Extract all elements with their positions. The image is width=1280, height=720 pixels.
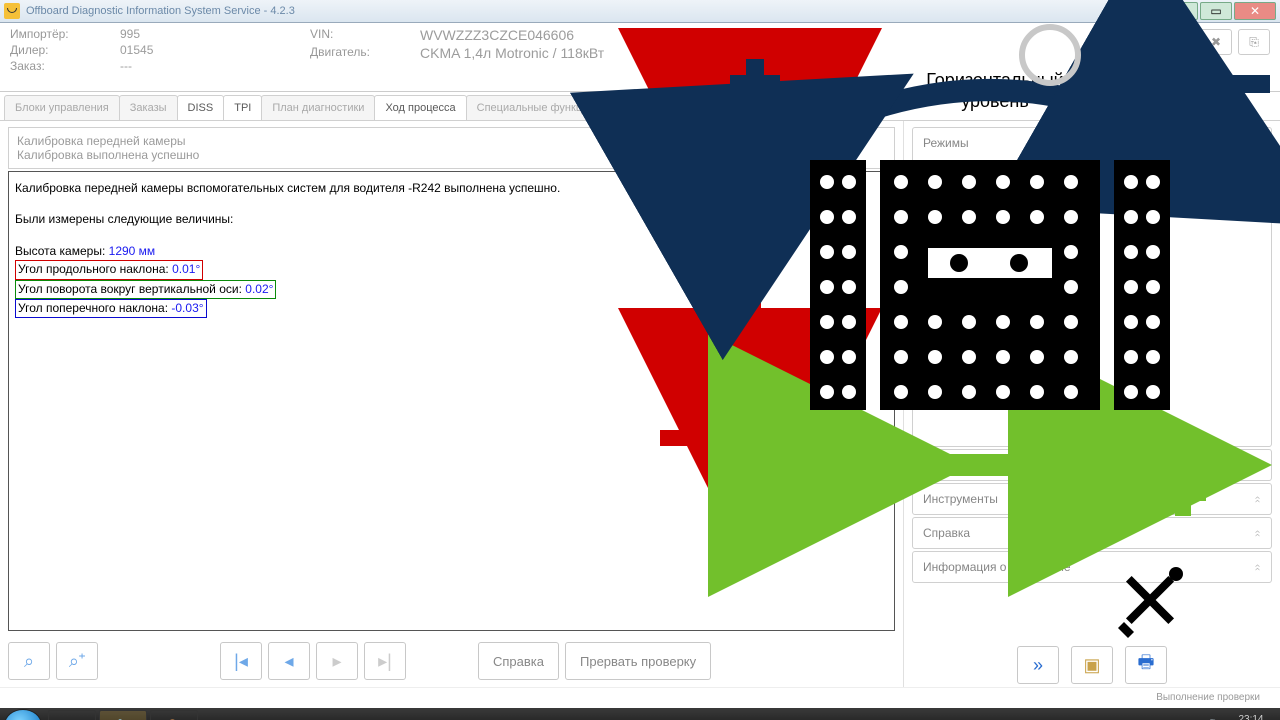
taskbar-explorer-icon[interactable]: 📁 (48, 710, 96, 720)
importer-value: 995 (120, 27, 140, 41)
disconnect-icon[interactable]: ✖ (1200, 29, 1232, 55)
roll-value: -0.03° (171, 301, 203, 315)
start-button[interactable] (4, 709, 42, 720)
yaw-label: Угол поворота вокруг вертикальной оси: (18, 282, 242, 296)
modes-header[interactable]: Режимы (913, 128, 1271, 158)
taskbar-paint-icon[interactable]: 🎨 (150, 710, 198, 720)
roll-label: Угол поперечного наклона: (18, 301, 168, 315)
taskbar-app-icon[interactable]: 🔧 (99, 710, 147, 720)
window-title: Offboard Diagnostic Information System S… (26, 5, 1164, 17)
vin-value: WVWZZZ3CZCE046606 (420, 27, 574, 43)
result-p2: Были измерены следующие величины: (15, 211, 888, 228)
tray-clock[interactable]: 23:14 31.08.2017 (1226, 714, 1276, 720)
tray-time: 23:14 (1226, 714, 1276, 720)
diagnostics-item[interactable]: Диагностика (919, 162, 1265, 192)
first-button[interactable]: |◂ (220, 642, 262, 680)
tools-header[interactable]: Инструменты (913, 484, 1271, 514)
minimize-button[interactable]: ━ (1166, 2, 1198, 20)
msg-line2: Калибровка выполнена успешно (17, 148, 886, 162)
title-bar: Offboard Diagnostic Information System S… (0, 0, 1280, 23)
camera-height-value: 1290 мм (109, 244, 156, 258)
modes-panel: Режимы Диагностика (912, 127, 1272, 447)
camera-height-label: Высота камеры: (15, 244, 105, 258)
result-panel: Калибровка передней камеры вспомогательн… (8, 171, 895, 631)
tab-orders[interactable]: Заказы (119, 95, 178, 120)
vin-label: VIN: (310, 27, 420, 43)
tab-process[interactable]: Ход процесса (374, 95, 466, 120)
status-bar: Выполнение проверки (0, 687, 1280, 708)
info-header: Импортёр:995 Дилер:01545 Заказ:--- VIN:W… (0, 23, 1280, 92)
tab-ecus[interactable]: Блоки управления (4, 95, 120, 120)
dealer-value: 01545 (120, 43, 153, 57)
next-button[interactable]: ▸ (316, 642, 358, 680)
zoom-out-button[interactable]: ⌕ (8, 642, 50, 680)
msg-line1: Калибровка передней камеры (17, 134, 886, 148)
tab-tpi[interactable]: TPI (223, 95, 262, 120)
app-icon (4, 3, 20, 19)
prev-button[interactable]: ◂ (268, 642, 310, 680)
vehicle-icon[interactable]: 🚗 (1162, 29, 1194, 55)
zoom-in-button[interactable]: ⌕⁺ (56, 642, 98, 680)
about-header[interactable]: Информация о программе (913, 552, 1271, 582)
tab-strip: Блоки управления Заказы DISS TPI План ди… (0, 92, 1280, 121)
continue-button[interactable]: » (1017, 646, 1059, 684)
pitch-label: Угол продольного наклона: (18, 262, 169, 276)
tab-diss[interactable]: DISS (177, 95, 225, 120)
tab-diagplan[interactable]: План диагностики (261, 95, 375, 120)
order-value: --- (120, 59, 132, 73)
data-header[interactable]: Данные (913, 450, 1271, 480)
help-header[interactable]: Справка (913, 518, 1271, 548)
taskbar: 📁 🔧 🎨 RU ▲ ▮ 🔊 23:14 31.08.2017 (0, 708, 1280, 720)
last-button[interactable]: ▸| (364, 642, 406, 680)
result-p1: Калибровка передней камеры вспомогательн… (15, 180, 888, 197)
order-label: Заказ: (10, 59, 120, 73)
importer-label: Импортёр: (10, 27, 120, 41)
close-button[interactable]: ✕ (1234, 2, 1276, 20)
message-box: Калибровка передней камеры Калибровка вы… (8, 127, 895, 169)
gear-icon (930, 169, 946, 185)
yaw-value: 0.02° (245, 282, 273, 296)
maximize-button[interactable]: ▭ (1200, 2, 1232, 20)
diagnostics-label: Диагностика (952, 170, 1022, 184)
help-button[interactable]: Справка (478, 642, 559, 680)
dealer-label: Дилер: (10, 43, 120, 57)
abort-button[interactable]: Прервать проверку (565, 642, 711, 680)
usb-icon[interactable]: ⎘ (1238, 29, 1270, 55)
footer-toolbar: ⌕ ⌕⁺ |◂ ◂ ▸ ▸| Справка Прервать проверку (0, 635, 903, 687)
select-button[interactable]: ▣ (1071, 646, 1113, 684)
engine-value: CKMA 1,4л Motronic / 118кВт (420, 45, 604, 61)
print-button[interactable]: 🖶 (1125, 646, 1167, 684)
tab-special[interactable]: Специальные функции (466, 95, 606, 120)
engine-label: Двигатель: (310, 45, 420, 61)
pitch-value: 0.01° (172, 262, 200, 276)
